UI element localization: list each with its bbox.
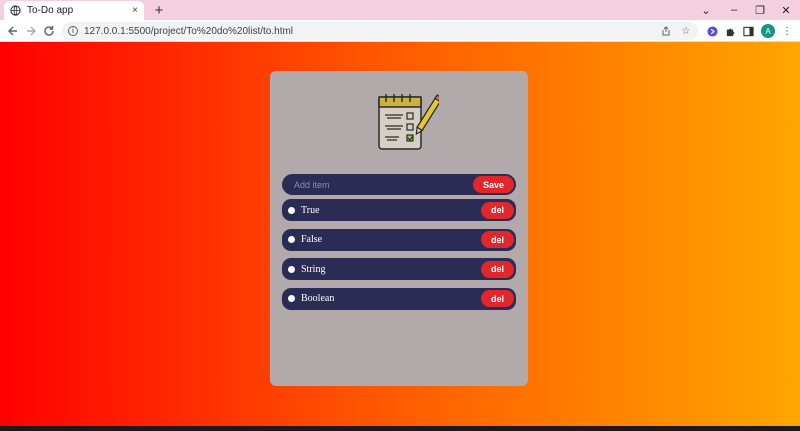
bullet-icon [288, 236, 295, 243]
add-item-input[interactable] [294, 176, 473, 193]
list-item-label: True [301, 204, 320, 216]
extension-icon[interactable] [704, 23, 720, 39]
bookmark-star-icon[interactable]: ☆ [678, 23, 694, 39]
todo-card: Save True del False del String del Boole… [270, 71, 528, 386]
address-bar[interactable]: i 127.0.0.1:5500/project/To%20do%20list/… [62, 22, 698, 40]
puzzle-extensions-icon[interactable] [722, 23, 738, 39]
list-item: Boolean del [282, 287, 516, 310]
menu-kebab-icon[interactable]: ⋮ [779, 23, 795, 39]
delete-button[interactable]: del [480, 231, 514, 248]
browser-toolbar: i 127.0.0.1:5500/project/To%20do%20list/… [0, 20, 800, 42]
delete-button[interactable]: del [480, 201, 514, 219]
restore-button[interactable]: ❐ [747, 0, 773, 20]
tab-search-icon[interactable]: ⌄ [693, 0, 719, 20]
list-item: String del [282, 258, 516, 280]
list-item: True del [282, 199, 516, 221]
bullet-icon [288, 295, 295, 302]
todo-list: True del False del String del Boolean de… [282, 199, 516, 317]
list-item: False del [282, 228, 516, 251]
notepad-checklist-icon [375, 91, 444, 155]
new-tab-button[interactable]: + [151, 1, 167, 19]
list-item-label: False [301, 234, 323, 245]
minimize-button[interactable]: – [721, 0, 747, 20]
tab-close-icon[interactable]: × [132, 5, 138, 16]
side-panel-icon[interactable] [740, 23, 756, 39]
reload-icon[interactable] [40, 22, 58, 40]
globe-icon [10, 5, 21, 16]
close-window-button[interactable]: ✕ [773, 0, 799, 20]
save-button[interactable]: Save [472, 176, 514, 193]
bullet-icon [288, 206, 295, 214]
page-background: Save True del False del String del Boole… [0, 42, 800, 426]
profile-avatar[interactable]: A [761, 24, 775, 38]
os-taskbar [0, 426, 800, 431]
forward-icon[interactable] [22, 22, 40, 40]
list-item-label: Boolean [301, 293, 335, 304]
delete-button[interactable]: del [480, 290, 514, 307]
bullet-icon [288, 265, 295, 273]
share-icon[interactable] [658, 23, 674, 39]
browser-tab[interactable]: To-Do app × [4, 1, 144, 20]
tab-bar: To-Do app × + ⌄ – ❐ ✕ [0, 0, 800, 20]
tab-title: To-Do app [27, 5, 74, 16]
delete-button[interactable]: del [480, 260, 514, 278]
list-item-label: String [301, 263, 326, 275]
back-icon[interactable] [4, 22, 22, 40]
add-item-row: Save [282, 174, 516, 195]
url-text: 127.0.0.1:5500/project/To%20do%20list/to… [84, 25, 294, 37]
info-icon[interactable]: i [68, 26, 78, 36]
